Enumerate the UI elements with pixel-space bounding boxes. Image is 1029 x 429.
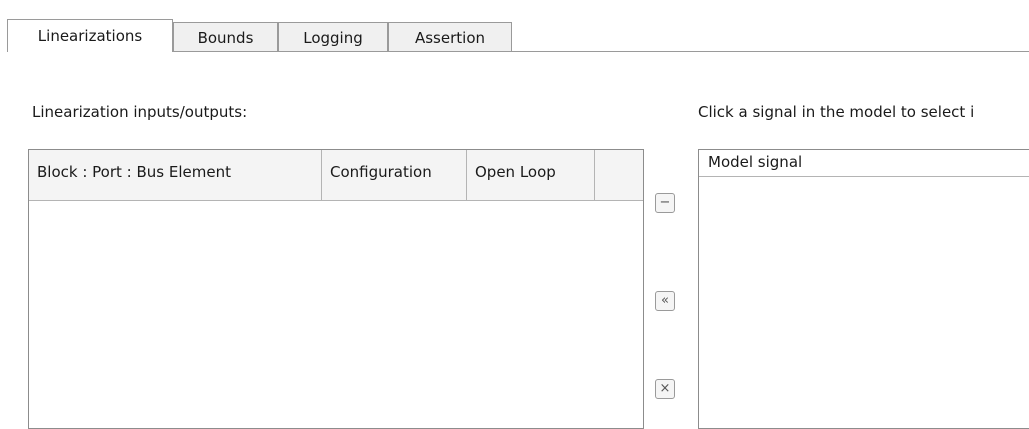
tab-logging[interactable]: Logging — [278, 22, 388, 52]
io-table[interactable]: Block : Port : Bus Element Configuration… — [28, 149, 644, 429]
column-header-block-port[interactable]: Block : Port : Bus Element — [29, 150, 322, 200]
remove-button[interactable]: − — [655, 193, 675, 213]
tab-divider — [173, 51, 1029, 52]
close-icon: × — [659, 381, 671, 396]
double-left-arrow-icon: « — [661, 293, 669, 308]
tab-linearizations[interactable]: Linearizations — [7, 19, 173, 52]
column-header-configuration[interactable]: Configuration — [322, 150, 467, 200]
io-table-header: Block : Port : Bus Element Configuration… — [29, 150, 643, 201]
clear-button[interactable]: × — [655, 379, 675, 399]
add-button[interactable]: « — [655, 291, 675, 311]
tab-assertion[interactable]: Assertion — [388, 22, 512, 52]
minus-icon: − — [659, 195, 671, 210]
column-header-model-signal: Model signal — [699, 150, 1029, 177]
column-header-open-loop[interactable]: Open Loop — [467, 150, 595, 200]
signal-section-label: Click a signal in the model to select i — [698, 103, 975, 121]
io-section-label: Linearization inputs/outputs: — [32, 103, 248, 121]
model-signal-list[interactable]: Model signal — [698, 149, 1029, 429]
tab-strip: Linearizations Bounds Logging Assertion — [0, 0, 1029, 52]
tab-bounds[interactable]: Bounds — [173, 22, 278, 52]
